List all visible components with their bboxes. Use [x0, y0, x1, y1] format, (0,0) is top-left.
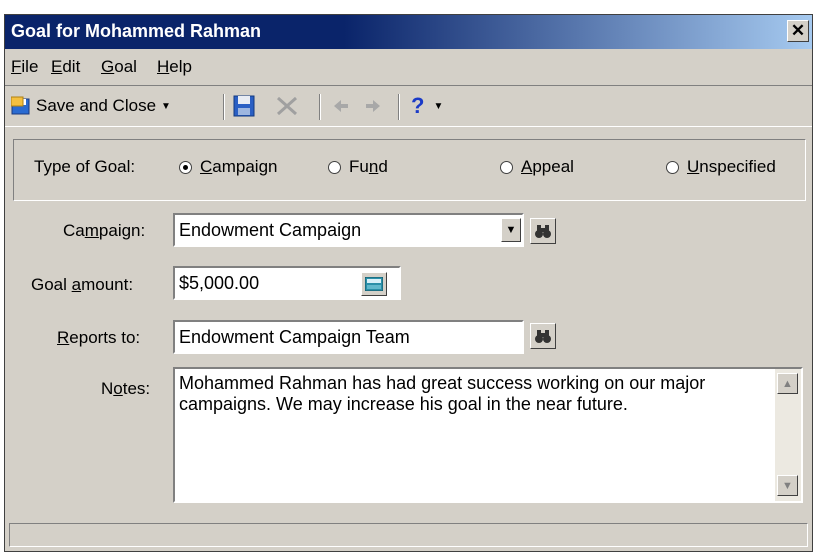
menu-file[interactable]: File	[11, 57, 38, 77]
radio-selected-icon	[179, 160, 192, 174]
close-icon: ✕	[790, 21, 806, 40]
save-and-close-button[interactable]: Save and Close ▼	[11, 92, 171, 120]
calculator-icon	[365, 277, 383, 291]
campaign-select[interactable]: Endowment Campaign ▼	[173, 213, 524, 247]
scroll-up-button[interactable]: ▲	[777, 373, 798, 394]
campaign-dropdown-button[interactable]: ▼	[501, 218, 521, 242]
campaign-value: Endowment Campaign	[179, 220, 362, 240]
toolbar: Save and Close ▼ ? ▼	[5, 85, 812, 127]
reports-to-lookup-button[interactable]	[530, 323, 556, 349]
help-question-icon: ?	[411, 93, 425, 118]
goal-window: Goal for Mohammed Rahman ✕ File Edit Goa…	[4, 14, 813, 552]
reports-to-input[interactable]: Endowment Campaign Team	[173, 320, 524, 354]
chevron-down-icon: ▼	[505, 224, 517, 236]
radio-fund[interactable]: Fund	[328, 157, 388, 177]
goal-amount-input[interactable]: $5,000.00	[173, 266, 401, 300]
campaign-label: Campaign:	[63, 221, 146, 240]
delete-button[interactable]	[275, 92, 299, 120]
arrow-left-icon	[334, 100, 348, 112]
notes-value: Mohammed Rahman has had great success wo…	[179, 373, 706, 414]
notes-label: Notes:	[101, 379, 151, 398]
status-bar	[9, 523, 808, 547]
radio-unselected-icon	[328, 160, 341, 174]
dropdown-arrow-icon[interactable]: ▼	[161, 101, 171, 112]
radio-appeal[interactable]: Appeal	[500, 157, 574, 177]
goal-type-panel: Type of Goal: Campaign Fund Appeal Unspe…	[13, 139, 806, 201]
goal-amount-value: $5,000.00	[179, 273, 260, 293]
radio-unselected-icon	[666, 160, 679, 174]
goal-type-label: Type of Goal:	[34, 157, 136, 176]
save-button[interactable]	[233, 92, 255, 120]
help-dropdown-arrow-icon[interactable]: ▼	[433, 101, 443, 112]
floppy-disk-icon	[233, 95, 255, 117]
goal-amount-label: Goal amount:	[31, 275, 134, 294]
arrow-right-icon	[366, 100, 380, 112]
toolbar-separator	[398, 94, 400, 120]
arrow-up-icon: ▲	[782, 377, 793, 390]
title-bar[interactable]: Goal for Mohammed Rahman ✕	[5, 15, 812, 49]
window-title: Goal for Mohammed Rahman	[11, 21, 262, 41]
scroll-down-button[interactable]: ▼	[777, 475, 798, 496]
radio-unselected-icon	[500, 160, 513, 174]
delete-x-icon	[277, 96, 297, 116]
save-close-icon	[11, 96, 30, 115]
reports-to-value: Endowment Campaign Team	[179, 327, 410, 347]
menu-edit[interactable]: Edit	[51, 57, 80, 77]
notes-scrollbar[interactable]: ▲ ▼	[775, 369, 801, 501]
menu-goal[interactable]: Goal	[101, 57, 137, 77]
radio-campaign[interactable]: Campaign	[179, 157, 278, 177]
radio-unspecified[interactable]: Unspecified	[666, 157, 776, 177]
toolbar-separator	[223, 94, 225, 120]
binoculars-icon	[535, 225, 551, 238]
close-button[interactable]: ✕	[787, 20, 809, 42]
notes-textarea[interactable]: Mohammed Rahman has had great success wo…	[173, 367, 803, 503]
campaign-lookup-button[interactable]	[530, 218, 556, 244]
menu-bar: File Edit Goal Help	[5, 51, 812, 81]
save-and-close-label: Save and Close	[36, 96, 157, 115]
help-button[interactable]: ? ▼	[411, 92, 443, 120]
previous-button[interactable]	[331, 92, 351, 120]
calculator-button[interactable]	[361, 272, 387, 296]
binoculars-icon	[535, 330, 551, 343]
next-button[interactable]	[363, 92, 383, 120]
menu-help[interactable]: Help	[157, 57, 192, 77]
arrow-down-icon: ▼	[782, 479, 793, 492]
reports-to-label: Reports to:	[57, 328, 141, 347]
toolbar-separator	[319, 94, 321, 120]
